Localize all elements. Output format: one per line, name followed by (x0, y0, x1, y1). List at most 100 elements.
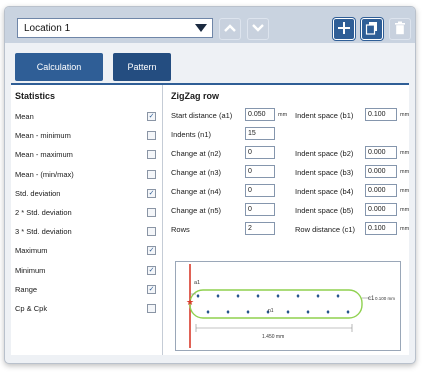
indent-b4-unit: mm (400, 188, 410, 194)
statistics-checkbox[interactable] (147, 227, 156, 237)
c1-label: c1 (368, 296, 375, 302)
statistics-item-label: Cp & Cpk (15, 303, 48, 313)
change-n5-input[interactable]: 0 (245, 203, 275, 216)
indent-b2-input[interactable]: 0.000 (365, 146, 397, 159)
statistics-checkbox[interactable] (147, 303, 156, 313)
indent-b2-unit: mm (400, 150, 410, 156)
statistics-item: Mean - minimum (11, 126, 162, 145)
rows-input[interactable]: 2 (245, 222, 275, 235)
statistics-item: 2 * Std. deviation (11, 203, 162, 222)
start-distance-input[interactable]: 0.050 (245, 108, 275, 121)
plus-icon (337, 21, 351, 37)
change-n4-input[interactable]: 0 (245, 184, 275, 197)
indent-b5-label: Indent space (b5) (295, 206, 354, 215)
pattern-diagram-canvas: ♦ ♦ ♦ ♦ ♦ ♦ ♦ ♦♦ ♦ ♦ ♦ ♦ ♦ ♦ ♦★ a1 n1 c1 0.100 mm 1.45… (186, 264, 395, 348)
indent-b4-input[interactable]: 0.000 (365, 184, 397, 197)
indent-marker: ♦ (276, 293, 280, 300)
indent-b5-input[interactable]: 0.000 (365, 203, 397, 216)
statistics-item-label: Range (15, 284, 38, 294)
row-distance-label: Row distance (c1) (295, 225, 356, 234)
statistics-item: 3 * Std. deviation (11, 222, 162, 241)
statistics-checkbox[interactable]: ✓ (147, 188, 156, 198)
zigzag-panel: ZigZag row Start distance (a1) 0.050 mm … (169, 85, 410, 355)
pattern-diagram: ♦ ♦ ♦ ♦ ♦ ♦ ♦ ♦ ♦ ♦ ♦ ♦ ♦ ♦ ♦ ♦ ★ a1 n1 c1 0.100 mm 1.45… (175, 261, 401, 351)
statistics-list: Mean ✓ Mean - minimum Mean - maximum Mean - … (11, 107, 162, 318)
indent-marker: ♦ (196, 293, 200, 300)
tab-pattern[interactable]: Pattern (113, 53, 171, 81)
toolbar: Location 1 (5, 7, 415, 43)
copy-button[interactable] (361, 18, 383, 40)
statistics-title: Statistics (15, 91, 56, 101)
indent-marker: ♦ (256, 293, 260, 300)
row-distance-input[interactable]: 0.100 (365, 222, 397, 235)
indent-b1-input[interactable]: 0.100 (365, 108, 397, 121)
dropdown-caret-icon[interactable] (190, 19, 212, 37)
indent-b5-unit: mm (400, 207, 410, 213)
change-n3-label: Change at (n3) (171, 168, 222, 177)
statistics-item-label: Mean - (min/max) (15, 169, 74, 179)
statistics-checkbox[interactable]: ✓ (147, 112, 156, 121)
indent-b1-unit: mm (400, 112, 410, 118)
move-up-button[interactable] (219, 18, 241, 40)
indent-marker: ♦ (226, 309, 230, 316)
statistics-item-label: Mean (15, 112, 34, 122)
start-marker: ★ (186, 297, 194, 307)
add-button[interactable] (333, 18, 355, 40)
tab-bar: Calculation Pattern (15, 53, 171, 81)
statistics-item: Mean - maximum (11, 145, 162, 164)
chevron-down-icon (251, 23, 265, 35)
statistics-checkbox[interactable] (147, 150, 156, 160)
statistics-checkbox[interactable]: ✓ (147, 246, 156, 256)
location-select-value: Location 1 (24, 22, 71, 34)
rows-label: Rows (171, 225, 190, 234)
indent-marker: ♦ (316, 293, 320, 300)
statistics-item-label: Maximum (15, 246, 48, 256)
indent-marker: ♦ (336, 293, 340, 300)
length-value: 1.450 mm (262, 334, 284, 340)
statistics-checkbox[interactable] (147, 207, 156, 217)
indent-b1-label: Indent space (b1) (295, 111, 354, 120)
indent-b3-input[interactable]: 0.000 (365, 165, 397, 178)
indent-b3-label: Indent space (b3) (295, 168, 354, 177)
trash-icon (394, 21, 406, 37)
statistics-item: Mean - (min/max) (11, 165, 162, 184)
statistics-checkbox[interactable]: ✓ (147, 284, 156, 294)
indents-label: Indents (n1) (171, 130, 212, 139)
tab-calculation[interactable]: Calculation (15, 53, 103, 81)
delete-button[interactable] (389, 18, 411, 40)
statistics-item-label: Mean - minimum (15, 131, 71, 141)
statistics-item: Range ✓ (11, 280, 162, 299)
statistics-checkbox[interactable] (147, 169, 156, 179)
indent-marker: ♦ (326, 309, 330, 316)
indent-b3-unit: mm (400, 169, 410, 175)
change-n2-label: Change at (n2) (171, 149, 222, 158)
a1-label: a1 (194, 280, 200, 286)
change-n5-label: Change at (n5) (171, 206, 222, 215)
indent-marker: ♦ (206, 309, 210, 316)
start-distance-unit: mm (278, 112, 288, 118)
content-panel: Statistics Mean ✓ Mean - minimum Mean - max… (11, 83, 409, 355)
zigzag-title: ZigZag row (171, 91, 219, 101)
change-n3-input[interactable]: 0 (245, 165, 275, 178)
indent-marker: ♦ (346, 309, 350, 316)
statistics-item-label: Minimum (15, 265, 46, 275)
indent-marker: ♦ (286, 309, 290, 316)
indent-marker: ♦ (306, 309, 310, 316)
statistics-item: Mean ✓ (11, 107, 162, 126)
statistics-item: Maximum ✓ (11, 241, 162, 260)
start-distance-label: Start distance (a1) (171, 111, 233, 120)
indent-marker: ♦ (246, 309, 250, 316)
change-n2-input[interactable]: 0 (245, 146, 275, 159)
chevron-up-icon (223, 23, 237, 35)
statistics-item: Std. deviation ✓ (11, 184, 162, 203)
change-n4-label: Change at (n4) (171, 187, 222, 196)
move-down-button[interactable] (247, 18, 269, 40)
statistics-checkbox[interactable] (147, 131, 156, 141)
n1-label: n1 (268, 308, 274, 314)
copy-icon (365, 21, 379, 37)
indent-b4-label: Indent space (b4) (295, 187, 354, 196)
statistics-item: Cp & Cpk (11, 299, 162, 318)
indents-input[interactable]: 15 (245, 127, 275, 140)
statistics-checkbox[interactable]: ✓ (147, 265, 156, 275)
location-select[interactable]: Location 1 (17, 18, 213, 38)
